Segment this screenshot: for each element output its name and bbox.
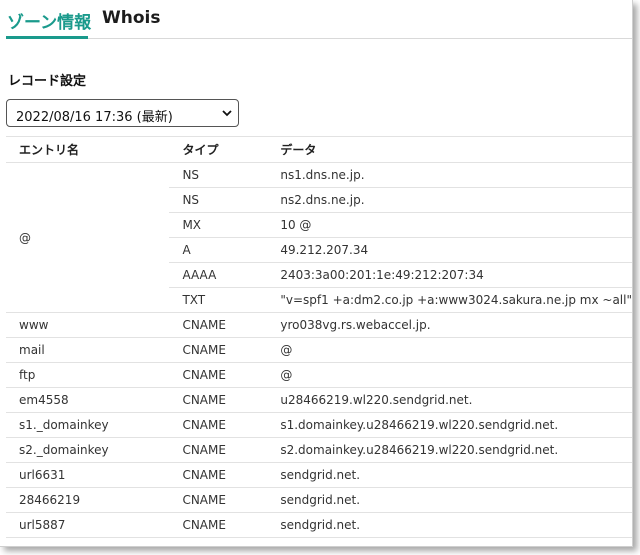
record-data-cell: s1.domainkey.u28466219.wl220.sendgrid.ne… — [267, 412, 632, 438]
table-row: mail CNAME @ — [6, 337, 632, 363]
record-data-cell: 10 @ — [267, 212, 632, 238]
record-data-cell: sendgrid.net. — [267, 512, 632, 538]
entry-name-cell: url5887 — [6, 512, 170, 538]
record-type-cell: A — [169, 237, 268, 263]
record-data-cell: ns2.dns.ne.jp. — [267, 187, 632, 213]
column-header-type: タイプ — [169, 136, 268, 163]
record-data-cell: "v=spf1 +a:dm2.co.jp +a:www3024.sakura.n… — [267, 287, 632, 313]
record-type-cell: CNAME — [169, 487, 268, 513]
entry-name-cell: s2._domainkey — [6, 437, 170, 463]
tab-divider — [88, 38, 632, 39]
table-row: url6631 CNAME sendgrid.net. — [6, 462, 632, 488]
entry-name-cell: em4558 — [6, 387, 170, 413]
record-data-cell: @ — [267, 337, 632, 363]
record-type-cell: MX — [169, 212, 268, 238]
zone-info-panel: ゾーン情報 Whois レコード設定 2022/08/16 17:36 (最新)… — [0, 0, 633, 547]
table-row: 28466219 CNAME sendgrid.net. — [6, 487, 632, 513]
record-type-cell: CNAME — [169, 512, 268, 538]
entry-name-cell: www — [6, 312, 170, 338]
entry-name-cell: ftp — [6, 362, 170, 388]
record-data-cell: yro038vg.rs.webaccel.jp. — [267, 312, 632, 338]
column-header-entry-name: エントリ名 — [6, 136, 170, 163]
record-type-cell: NS — [169, 187, 268, 213]
tab-bar: ゾーン情報 Whois — [0, 0, 632, 40]
tab-whois[interactable]: Whois — [102, 8, 160, 28]
record-data-cell: s2.domainkey.u28466219.wl220.sendgrid.ne… — [267, 437, 632, 463]
record-type-cell: CNAME — [169, 312, 268, 338]
record-data-cell: 49.212.207.34 — [267, 237, 632, 263]
table-row: www CNAME yro038vg.rs.webaccel.jp. — [6, 312, 632, 338]
section-title: レコード設定 — [8, 74, 87, 89]
record-data-cell: sendgrid.net. — [267, 487, 632, 513]
table-header-row: エントリ名 タイプ データ — [6, 136, 632, 163]
record-type-cell: TXT — [169, 287, 268, 313]
table-body: @ NS ns1.dns.ne.jp. NS ns2.dns.ne.jp. MX 10 @ A… — [6, 162, 632, 538]
table-row: ftp CNAME @ — [6, 362, 632, 388]
table-row: em4558 CNAME u28466219.wl220.sendgrid.net. — [6, 387, 632, 413]
record-type-cell: CNAME — [169, 362, 268, 388]
record-type-cell: AAAA — [169, 262, 268, 288]
record-data-cell: sendgrid.net. — [267, 462, 632, 488]
record-data-cell: 2403:3a00:201:1e:49:212:207:34 — [267, 262, 632, 288]
record-type-cell: CNAME — [169, 412, 268, 438]
record-version-value: 2022/08/16 17:36 (最新) — [16, 110, 173, 125]
active-tab-indicator — [6, 36, 88, 39]
dns-records-table: エントリ名 タイプ データ @ NS ns1.dns.ne.jp. NS ns2.dns… — [6, 136, 632, 538]
record-type-cell: NS — [169, 162, 268, 188]
table-row: url5887 CNAME sendgrid.net. — [6, 512, 632, 538]
table-row: s2._domainkey CNAME s2.domainkey.u28466219… — [6, 437, 632, 463]
entry-name-cell: @ — [6, 162, 170, 313]
record-data-cell: @ — [267, 362, 632, 388]
record-type-cell: CNAME — [169, 437, 268, 463]
table-row: @ NS ns1.dns.ne.jp. — [6, 162, 632, 313]
entry-name-cell: url6631 — [6, 462, 170, 488]
entry-name-cell: 28466219 — [6, 487, 170, 513]
record-type-cell: CNAME — [169, 337, 268, 363]
tab-zone-info[interactable]: ゾーン情報 — [7, 8, 91, 33]
record-type-cell: CNAME — [169, 462, 268, 488]
record-version-select[interactable]: 2022/08/16 17:36 (最新) — [6, 99, 239, 127]
entry-name-cell: mail — [6, 337, 170, 363]
entry-name-cell: s1._domainkey — [6, 412, 170, 438]
column-header-data: データ — [267, 136, 632, 163]
record-data-cell: u28466219.wl220.sendgrid.net. — [267, 387, 632, 413]
record-type-cell: CNAME — [169, 387, 268, 413]
record-data-cell: ns1.dns.ne.jp. — [267, 162, 632, 188]
table-row: s1._domainkey CNAME s1.domainkey.u28466219… — [6, 412, 632, 438]
chevron-down-icon — [222, 110, 232, 117]
